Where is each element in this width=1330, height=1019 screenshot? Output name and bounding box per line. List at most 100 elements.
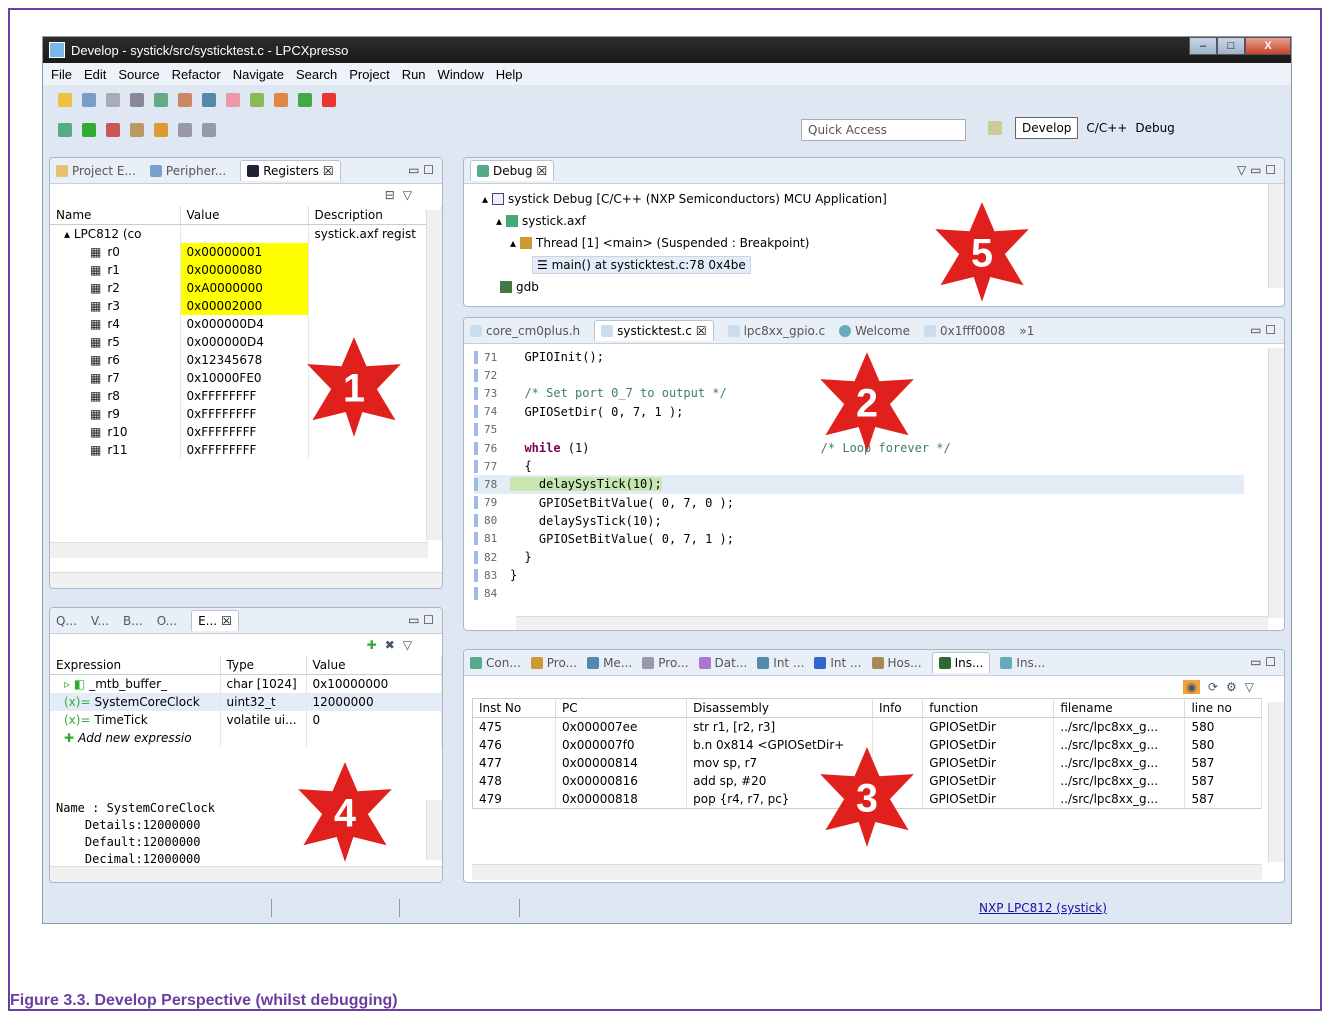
- column-header[interactable]: PC: [555, 698, 688, 718]
- tab-peripherals[interactable]: Peripher...: [149, 164, 226, 178]
- perspective-develop[interactable]: Develop: [1015, 117, 1079, 139]
- register-value[interactable]: 0x00000080: [180, 261, 309, 279]
- minimize-maximize-controls[interactable]: ▭ ☐: [408, 163, 434, 177]
- debug-vscroll[interactable]: [1268, 184, 1284, 288]
- tab-systicktest[interactable]: systicktest.c ☒: [594, 320, 714, 341]
- column-header[interactable]: function: [922, 698, 1055, 718]
- tab-quick[interactable]: Q...: [56, 614, 77, 628]
- column-header[interactable]: Info: [872, 698, 924, 718]
- tree-item[interactable]: ▴ Thread [1] <main> (Suspended : Breakpo…: [482, 232, 1266, 254]
- table-row[interactable]: ▦ r1 0x00000080: [50, 261, 442, 279]
- register-value[interactable]: 0xFFFFFFFF: [180, 405, 309, 423]
- perspective-cpp[interactable]: C/C++: [1086, 121, 1127, 135]
- register-value[interactable]: 0xFFFFFFFF: [180, 423, 309, 441]
- column-description[interactable]: Description: [308, 206, 442, 225]
- build-icon[interactable]: [154, 93, 168, 107]
- run-icon[interactable]: [82, 123, 96, 137]
- register-value[interactable]: 0x000000D4: [180, 333, 309, 351]
- tree-item[interactable]: ☰ main() at systicktest.c:78 0x4be: [482, 254, 1266, 276]
- tree-item[interactable]: ▴ systick.axf: [482, 210, 1266, 232]
- quick-access-input[interactable]: Quick Access: [801, 119, 966, 141]
- table-row[interactable]: ▦ r4 0x000000D4: [50, 315, 442, 333]
- menu-source[interactable]: Source: [118, 67, 159, 82]
- debug-launch-icon[interactable]: [226, 93, 240, 107]
- register-value[interactable]: 0xFFFFFFFF: [180, 387, 309, 405]
- menu-navigate[interactable]: Navigate: [233, 67, 284, 82]
- menu-help[interactable]: Help: [496, 67, 523, 82]
- tab-lpc8xx-gpio[interactable]: lpc8xx_gpio.c: [727, 324, 825, 338]
- view-menu-icon[interactable]: ▽: [1245, 680, 1254, 694]
- trace-tab[interactable]: Ins...: [931, 652, 991, 673]
- collapse-icon[interactable]: ⊟: [385, 188, 395, 202]
- view-menu-icon[interactable]: ▽: [403, 638, 412, 652]
- table-row[interactable]: ▦ r0 0x00000001: [50, 243, 442, 261]
- minimize-button[interactable]: –: [1189, 37, 1217, 55]
- status-target-link[interactable]: NXP LPC812 (systick): [979, 901, 1107, 915]
- tab-debug[interactable]: Debug ☒: [470, 160, 555, 181]
- register-value[interactable]: 0x00002000: [180, 297, 309, 315]
- tab-variables[interactable]: V...: [91, 614, 109, 628]
- menu-refactor[interactable]: Refactor: [172, 67, 221, 82]
- tab-address[interactable]: 0x1fff0008: [923, 324, 1005, 338]
- debug-icon[interactable]: [58, 123, 72, 137]
- table-row[interactable]: ▦ r11 0xFFFFFFFF: [50, 441, 442, 459]
- table-row[interactable]: ✚ Add new expressio: [50, 729, 442, 747]
- expressions-hscroll[interactable]: [50, 866, 442, 882]
- stack-frame[interactable]: ☰ main() at systicktest.c:78 0x4be: [532, 256, 751, 274]
- tab-core-cm0plus[interactable]: core_cm0plus.h: [470, 324, 580, 338]
- trace-tab[interactable]: Dat...: [698, 656, 747, 670]
- register-value[interactable]: 0xFFFFFFFF: [180, 441, 309, 459]
- open-folder-icon[interactable]: [154, 123, 168, 137]
- tab-registers[interactable]: Registers ☒: [240, 160, 341, 181]
- minimize-maximize-controls[interactable]: ▽ ▭ ☐: [1237, 163, 1276, 177]
- trace-tab[interactable]: Pro...: [642, 656, 689, 670]
- pencil-icon[interactable]: [250, 93, 264, 107]
- stop-icon[interactable]: [322, 93, 336, 107]
- menu-project[interactable]: Project: [349, 67, 389, 82]
- registers-vscroll[interactable]: [426, 210, 442, 540]
- settings-icon[interactable]: ⚙: [1226, 680, 1237, 694]
- trace-tab[interactable]: Int ...: [757, 656, 804, 670]
- registers-hscroll[interactable]: [50, 542, 428, 558]
- trace-tab[interactable]: Con...: [470, 656, 521, 670]
- menu-edit[interactable]: Edit: [84, 67, 106, 82]
- column-header[interactable]: Type: [220, 656, 307, 675]
- refresh-icon[interactable]: ⟳: [1208, 680, 1218, 694]
- tab-project-explorer[interactable]: Project E...: [56, 164, 136, 178]
- tab-welcome[interactable]: Welcome: [839, 324, 910, 338]
- table-row[interactable]: ▦ r2 0xA0000000: [50, 279, 442, 297]
- register-value[interactable]: 0x10000FE0: [180, 369, 309, 387]
- save-all-icon[interactable]: [106, 93, 120, 107]
- detail-vscroll[interactable]: [426, 800, 442, 860]
- menu-run[interactable]: Run: [402, 67, 426, 82]
- menu-file[interactable]: File: [51, 67, 72, 82]
- register-value[interactable]: 0x12345678: [180, 351, 309, 369]
- expression-value[interactable]: 0x10000000: [306, 674, 442, 693]
- column-header[interactable]: Value: [306, 656, 442, 675]
- register-value[interactable]: 0x00000001: [180, 243, 309, 261]
- tree-item[interactable]: gdb: [482, 276, 1266, 298]
- column-header[interactable]: Inst No: [472, 698, 557, 718]
- column-name[interactable]: Name: [50, 206, 181, 225]
- hammer-icon[interactable]: [178, 93, 192, 107]
- editor-hscroll[interactable]: [516, 616, 1268, 630]
- trace-tab[interactable]: Pro...: [530, 656, 577, 670]
- registers-outer-hscroll[interactable]: [50, 572, 442, 588]
- view-menu-icon[interactable]: ▽: [403, 188, 412, 202]
- column-value[interactable]: Value: [180, 206, 309, 225]
- column-header[interactable]: filename: [1053, 698, 1186, 718]
- trace-tab[interactable]: Me...: [587, 656, 632, 670]
- menu-window[interactable]: Window: [438, 67, 484, 82]
- minimize-maximize-controls[interactable]: ▭ ☐: [408, 613, 434, 627]
- forward-icon[interactable]: [202, 123, 216, 137]
- expression-value[interactable]: 0: [306, 711, 442, 729]
- trace-tab[interactable]: Hos...: [871, 656, 922, 670]
- back-icon[interactable]: [178, 123, 192, 137]
- resume-icon[interactable]: [298, 93, 312, 107]
- column-header[interactable]: Expression: [50, 656, 221, 675]
- close-button[interactable]: X: [1245, 37, 1291, 55]
- save-icon[interactable]: [82, 93, 96, 107]
- add-icon[interactable]: ✚: [367, 638, 377, 652]
- trace-tab[interactable]: Ins...: [1000, 656, 1045, 670]
- remove-icon[interactable]: ✖: [385, 638, 395, 652]
